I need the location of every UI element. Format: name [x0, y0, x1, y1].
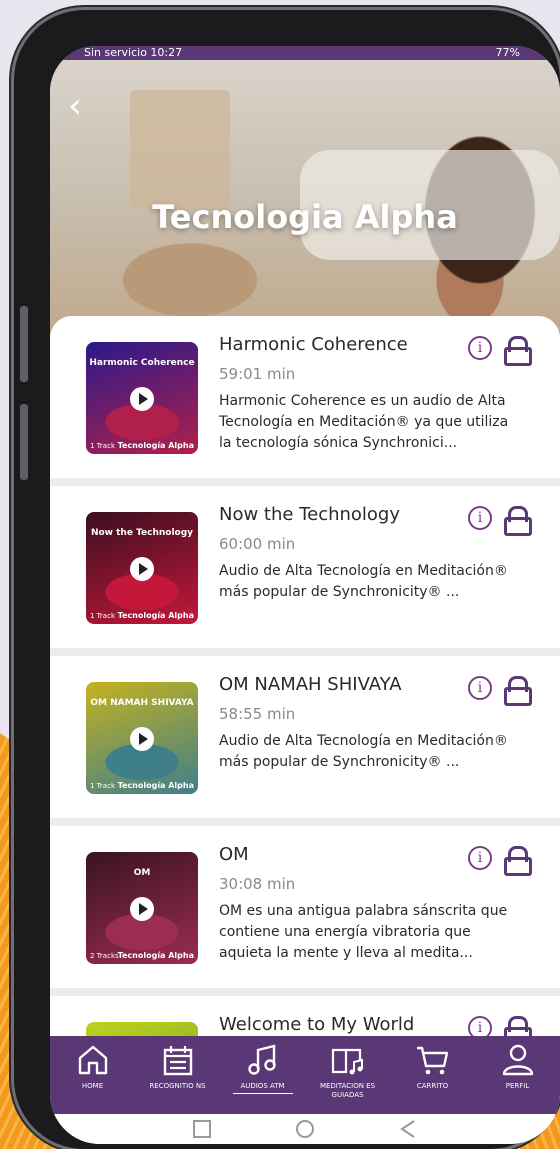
thumbnail-brand: Tecnología Alpha: [117, 781, 194, 790]
thumbnail-brand: Tecnología Alpha: [117, 441, 194, 450]
thumbnail-brand: Tecnología Alpha: [117, 611, 194, 620]
thumbnail-title: OM: [133, 868, 151, 878]
audio-duration: 59:01 min: [219, 365, 296, 383]
nav-carrito[interactable]: CARRITO: [390, 1036, 475, 1114]
thumbnail-track-count: 1 Track: [90, 782, 115, 790]
audio-actions: i: [468, 336, 532, 366]
audio-list-item[interactable]: OM NAMAH SHIVAYA 1 Track Tecnología Alph…: [50, 656, 560, 826]
play-icon[interactable]: [130, 387, 154, 411]
nav-perfil-label: PERFIL: [505, 1082, 530, 1090]
thumbnail-track-count: 2 Tracks: [90, 952, 119, 960]
home-icon: [78, 1045, 107, 1075]
nav-meditaciones-label: MEDITACION ES GUIADAS: [319, 1082, 376, 1099]
nav-recognitions[interactable]: RECOGNITIO NS: [135, 1036, 220, 1114]
status-left: Sin servicio 10:27: [84, 46, 183, 59]
thumbnail-track-count: 1 Track: [90, 442, 115, 450]
nav-home-label: HOME: [81, 1082, 104, 1090]
audio-actions: i: [468, 676, 532, 706]
thumbnail-title: Harmonic Coherence: [89, 358, 195, 368]
audio-actions: i: [468, 506, 532, 536]
volume-up-button: [20, 306, 28, 382]
audio-list-item[interactable]: OM 2 Tracks Tecnología Alpha OM 30:08 mi…: [50, 826, 560, 996]
page-title: Tecnologia Alpha: [152, 198, 458, 236]
audio-list-item[interactable]: Harmonic Coherence 1 Track Tecnología Al…: [50, 316, 560, 486]
screen: Sin servicio 10:27 77% ‹ Tecnologia Alph…: [50, 46, 560, 1144]
play-icon[interactable]: [130, 897, 154, 921]
book-music-icon: [331, 1048, 363, 1075]
back-chevron-icon: ‹: [68, 86, 82, 126]
lock-icon[interactable]: [504, 506, 532, 536]
lock-icon[interactable]: [504, 846, 532, 876]
audio-thumbnail[interactable]: Now the Technology 1 Track Tecnología Al…: [86, 512, 198, 624]
audio-description: Audio de Alta Tecnología en Meditación® …: [219, 563, 508, 600]
lock-icon[interactable]: [504, 676, 532, 706]
volume-down-button: [20, 404, 28, 480]
music-note-icon: [247, 1044, 276, 1075]
recents-icon[interactable]: [191, 1118, 213, 1140]
thumbnail-title: OM NAMAH SHIVAYA: [90, 698, 194, 708]
nav-home[interactable]: HOME: [50, 1036, 135, 1114]
audio-thumbnail[interactable]: OM 2 Tracks Tecnología Alpha: [86, 852, 198, 964]
thumbnail-brand: Tecnología Alpha: [117, 951, 194, 960]
status-bar: Sin servicio 10:27 77%: [50, 46, 560, 60]
audio-list: Harmonic Coherence 1 Track Tecnología Al…: [50, 316, 560, 1076]
audio-duration: 60:00 min: [219, 535, 296, 553]
nav-audios-atm[interactable]: AUDIOS ATM: [220, 1036, 305, 1114]
user-icon: [502, 1044, 533, 1076]
play-icon[interactable]: [130, 557, 154, 581]
audio-description: OM es una antigua palabra sánscrita que …: [219, 903, 508, 961]
audio-description: Audio de Alta Tecnología en Meditación® …: [219, 733, 508, 770]
thumbnail-title: Now the Technology: [90, 528, 194, 538]
audio-duration: 30:08 min: [219, 875, 296, 893]
nav-perfil[interactable]: PERFIL: [475, 1036, 560, 1114]
calendar-icon: [163, 1046, 192, 1076]
back-triangle-icon[interactable]: [397, 1118, 419, 1140]
play-icon[interactable]: [130, 727, 154, 751]
info-icon[interactable]: i: [468, 846, 492, 870]
info-icon[interactable]: i: [468, 676, 492, 700]
info-icon[interactable]: i: [468, 506, 492, 530]
cart-icon: [416, 1046, 448, 1075]
thumbnail-track-count: 1 Track: [90, 612, 115, 620]
lock-icon[interactable]: [504, 336, 532, 366]
nav-meditaciones-guiadas[interactable]: MEDITACION ES GUIADAS: [305, 1036, 390, 1114]
nav-audios-atm-label: AUDIOS ATM: [232, 1082, 293, 1094]
audio-list-item[interactable]: Now the Technology 1 Track Tecnología Al…: [50, 486, 560, 656]
phone-frame: Sin servicio 10:27 77% ‹ Tecnologia Alph…: [14, 10, 560, 1149]
audio-actions: i: [468, 846, 532, 876]
audio-thumbnail[interactable]: Harmonic Coherence 1 Track Tecnología Al…: [86, 342, 198, 454]
nav-recognitions-label: RECOGNITIO NS: [149, 1082, 206, 1090]
home-circle-icon[interactable]: [294, 1118, 316, 1140]
system-nav-bar: [50, 1114, 560, 1144]
audio-duration: 58:55 min: [219, 705, 296, 723]
nav-carrito-label: CARRITO: [416, 1082, 449, 1090]
status-right: 77%: [495, 46, 520, 59]
info-icon[interactable]: i: [468, 336, 492, 360]
bottom-nav: HOME RECOGNITIO NS AUDIOS ATM MEDITACION…: [50, 1036, 560, 1114]
audio-thumbnail[interactable]: OM NAMAH SHIVAYA 1 Track Tecnología Alph…: [86, 682, 198, 794]
back-button[interactable]: ‹: [60, 88, 90, 128]
audio-description: Harmonic Coherence es un audio de Alta T…: [219, 393, 509, 451]
